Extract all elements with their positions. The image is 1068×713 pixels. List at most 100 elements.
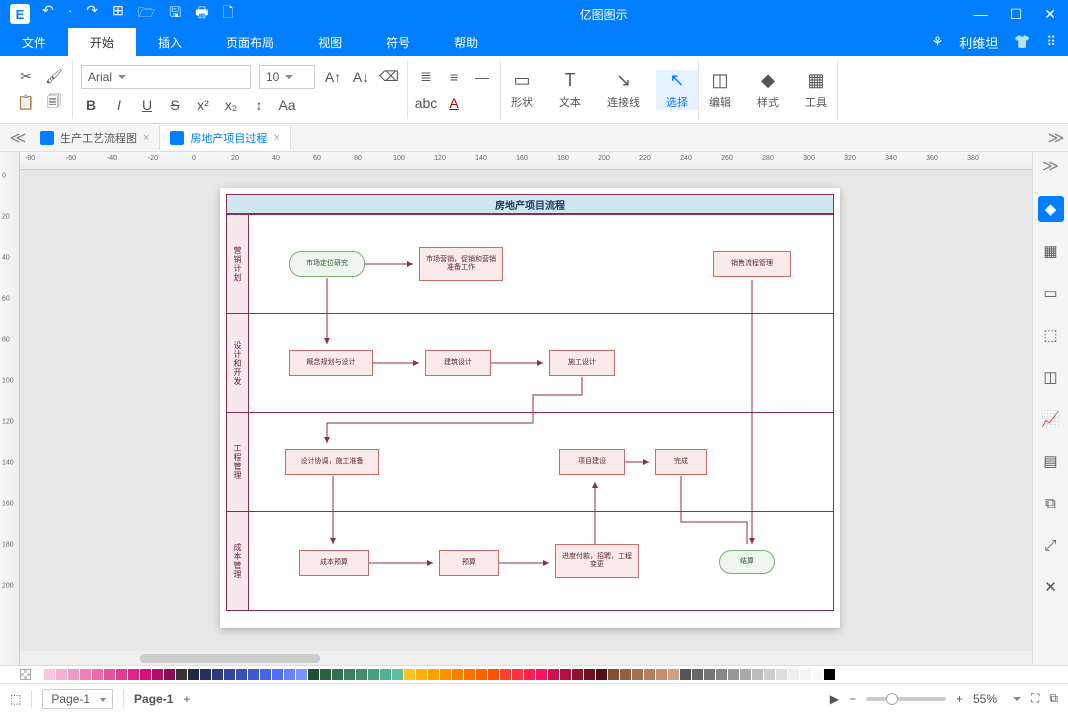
doc-tab-2[interactable]: 房地产项目过程× — [160, 126, 290, 150]
fit-screen-icon[interactable]: ⛶ — [1031, 691, 1039, 706]
color-swatch[interactable] — [272, 669, 283, 680]
color-swatch[interactable] — [296, 669, 307, 680]
color-swatch[interactable] — [332, 669, 343, 680]
zoom-level[interactable]: 55% — [973, 692, 997, 706]
side-page-icon[interactable]: ◫ — [1038, 364, 1064, 390]
copy-icon[interactable]: 🗐 — [44, 93, 64, 113]
color-swatch[interactable] — [476, 669, 487, 680]
color-swatch[interactable] — [512, 669, 523, 680]
color-swatch[interactable] — [656, 669, 667, 680]
shape-button[interactable]: ▭形状 — [501, 70, 543, 110]
fullscreen-icon[interactable]: ⧉ — [1049, 691, 1058, 706]
node-a2[interactable]: 市场营销，促销和营销准备工作 — [419, 247, 503, 281]
node-c2[interactable]: 项目建设 — [559, 449, 625, 475]
side-chart-icon[interactable]: 📈 — [1038, 406, 1064, 432]
color-swatch[interactable] — [116, 669, 127, 680]
node-a1[interactable]: 市场定位研究 — [289, 251, 365, 277]
node-a3[interactable]: 销售流程管理 — [713, 251, 791, 277]
open-icon[interactable]: 🗁 — [138, 2, 155, 26]
tabs-scroll-left[interactable]: ≪ — [6, 128, 30, 148]
color-swatch[interactable] — [584, 669, 595, 680]
doc-tab-1[interactable]: 生产工艺流程图× — [30, 126, 160, 150]
side-shuffle-icon[interactable]: ✕ — [1038, 574, 1064, 600]
node-d3[interactable]: 进度付款，招聘，工程变更 — [555, 544, 639, 578]
increase-font-icon[interactable]: A↑ — [323, 67, 343, 87]
color-swatch[interactable] — [248, 669, 259, 680]
color-swatch[interactable] — [464, 669, 475, 680]
color-swatch[interactable] — [320, 669, 331, 680]
tabs-scroll-right[interactable]: ≫ — [1044, 128, 1068, 148]
menu-insert[interactable]: 插入 — [136, 28, 204, 56]
color-swatch[interactable] — [164, 669, 175, 680]
node-d4[interactable]: 结算 — [719, 550, 775, 574]
active-page-label[interactable]: Page-1 — [134, 692, 173, 706]
font-size-selector[interactable]: 10 — [259, 65, 315, 89]
bold-icon[interactable]: B — [81, 95, 101, 115]
color-swatch[interactable] — [680, 669, 691, 680]
export-icon[interactable]: 🗋 — [222, 2, 233, 26]
color-swatch[interactable] — [692, 669, 703, 680]
color-swatch[interactable] — [176, 669, 187, 680]
color-swatch[interactable] — [392, 669, 403, 680]
color-swatch[interactable] — [788, 669, 799, 680]
color-swatch[interactable] — [56, 669, 67, 680]
node-d1[interactable]: 成本预算 — [299, 550, 369, 576]
side-grid-icon[interactable]: ▦ — [1038, 238, 1064, 264]
color-swatch[interactable] — [764, 669, 775, 680]
color-swatch[interactable] — [440, 669, 451, 680]
side-arrange-icon[interactable]: ⤢ — [1038, 532, 1064, 558]
color-swatch[interactable] — [404, 669, 415, 680]
color-swatch[interactable] — [260, 669, 271, 680]
side-image-icon[interactable]: ▭ — [1038, 280, 1064, 306]
color-swatch[interactable] — [128, 669, 139, 680]
minimize-button[interactable]: — — [974, 6, 988, 23]
color-swatch[interactable] — [44, 669, 55, 680]
select-button[interactable]: ↖选择 — [656, 70, 698, 110]
color-swatch[interactable] — [356, 669, 367, 680]
print-icon[interactable]: 🖶 — [195, 2, 208, 26]
menu-view[interactable]: 视图 — [296, 28, 364, 56]
share-icon[interactable]: ⚘ — [932, 34, 944, 50]
color-swatch[interactable] — [224, 669, 235, 680]
color-swatch[interactable] — [152, 669, 163, 680]
line-style-icon[interactable]: — — [472, 67, 492, 87]
color-swatch[interactable] — [416, 669, 427, 680]
lane-header-2[interactable]: 设计和开发 — [227, 314, 249, 412]
color-swatch[interactable] — [32, 669, 43, 680]
zoom-in-button[interactable]: + — [956, 692, 963, 706]
node-c3[interactable]: 完成 — [655, 449, 707, 475]
connector-button[interactable]: ↘连接线 — [597, 70, 650, 110]
color-swatch[interactable] — [728, 669, 739, 680]
color-swatch[interactable] — [560, 669, 571, 680]
superscript-icon[interactable]: x² — [193, 95, 213, 115]
maximize-button[interactable]: ☐ — [1010, 6, 1023, 23]
close-tab-icon[interactable]: × — [143, 132, 149, 144]
color-swatch[interactable] — [308, 669, 319, 680]
undo-icon[interactable]: ↶ — [42, 2, 54, 26]
color-swatch[interactable] — [644, 669, 655, 680]
play-icon[interactable]: ▶ — [830, 692, 839, 706]
lane-header-4[interactable]: 成本管理 — [227, 512, 249, 610]
numbering-icon[interactable]: ≡ — [444, 67, 464, 87]
textbox-icon[interactable]: abc — [416, 93, 436, 113]
node-b1[interactable]: 概念规划与设计 — [289, 350, 373, 376]
color-swatch[interactable] — [800, 669, 811, 680]
italic-icon[interactable]: I — [109, 95, 129, 115]
font-color-icon[interactable]: A — [444, 93, 464, 113]
color-swatch[interactable] — [812, 669, 823, 680]
save-icon[interactable]: 🖫 — [169, 2, 181, 26]
color-swatch[interactable] — [548, 669, 559, 680]
node-b3[interactable]: 施工设计 — [549, 350, 615, 376]
menu-file[interactable]: 文件 — [0, 28, 68, 56]
side-fill-icon[interactable]: ◆ — [1038, 196, 1064, 222]
color-swatch[interactable] — [716, 669, 727, 680]
menu-help[interactable]: 帮助 — [432, 28, 500, 56]
color-swatch[interactable] — [236, 669, 247, 680]
diagram-title[interactable]: 房地产项目流程 — [226, 194, 834, 214]
slider-knob[interactable] — [886, 693, 898, 705]
menu-start[interactable]: 开始 — [68, 28, 136, 56]
color-swatch[interactable] — [488, 669, 499, 680]
lane-header-3[interactable]: 工程管理 — [227, 413, 249, 511]
user-name[interactable]: 利维坦 — [959, 33, 998, 52]
sidebar-collapse[interactable]: ≫ — [1042, 156, 1059, 176]
